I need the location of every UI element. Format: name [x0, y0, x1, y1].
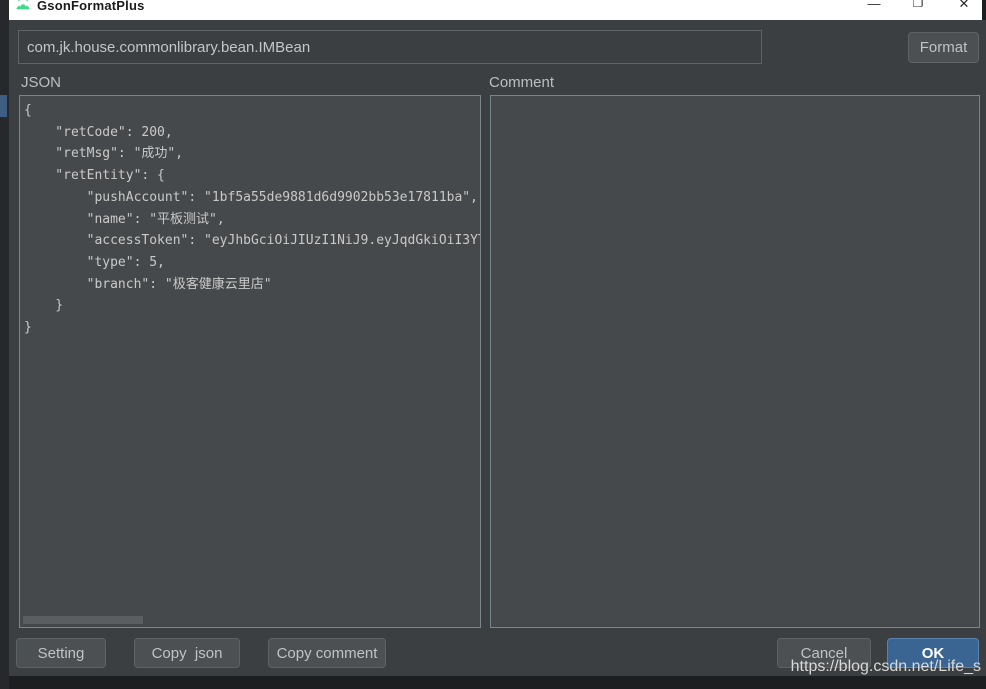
- csdn-watermark: https://blog.csdn.net/Life_s: [791, 658, 981, 676]
- bean-class-path-input[interactable]: [18, 30, 762, 64]
- ide-background-left-strip: [0, 0, 9, 689]
- json-code-line: "retCode": 200,: [24, 122, 480, 144]
- copy-comment-button[interactable]: Copy comment: [268, 638, 386, 668]
- json-code-line: "retEntity": {: [24, 165, 480, 187]
- close-button[interactable]: ✕: [954, 0, 974, 12]
- json-code-line: {: [24, 100, 480, 122]
- json-code-line: "name": "平板测试",: [24, 209, 480, 231]
- json-code-area[interactable]: { "retCode": 200, "retMsg": "成功", "retEn…: [20, 96, 480, 615]
- ide-left-blue-marker: [0, 95, 7, 117]
- setting-button[interactable]: Setting: [16, 638, 106, 668]
- minimize-button[interactable]: —: [864, 0, 884, 11]
- window-right-edge: [982, 0, 986, 20]
- comment-panel-label: Comment: [489, 74, 554, 91]
- json-code-line: }: [24, 295, 480, 317]
- horizontal-scrollbar-thumb[interactable]: [23, 616, 143, 624]
- android-robot-icon: [14, 0, 32, 11]
- copy-json-button[interactable]: Copy json: [134, 638, 240, 668]
- maximize-button[interactable]: ❐: [908, 0, 928, 10]
- json-code-line: "type": 5,: [24, 252, 480, 274]
- json-editor-panel[interactable]: { "retCode": 200, "retMsg": "成功", "retEn…: [19, 95, 481, 628]
- json-code-line: }: [24, 317, 480, 339]
- ide-background-bottom-strip: [0, 676, 986, 689]
- gsonformatplus-dialog: GsonFormatPlus — ❐ ✕ Format JSON Comment…: [0, 0, 986, 689]
- comment-editor-panel[interactable]: [490, 95, 980, 628]
- json-code-line: "branch": "极客健康云里店": [24, 274, 480, 296]
- format-button[interactable]: Format: [908, 32, 979, 63]
- window-titlebar: GsonFormatPlus — ❐ ✕: [9, 0, 982, 20]
- json-panel-label: JSON: [21, 74, 61, 91]
- window-title: GsonFormatPlus: [37, 0, 145, 13]
- json-code-line: "retMsg": "成功",: [24, 143, 480, 165]
- json-code-line: "accessToken": "eyJhbGciOiJIUzI1NiJ9.eyJ…: [24, 230, 480, 252]
- json-code-line: "pushAccount": "1bf5a55de9881d6d9902bb53…: [24, 187, 480, 209]
